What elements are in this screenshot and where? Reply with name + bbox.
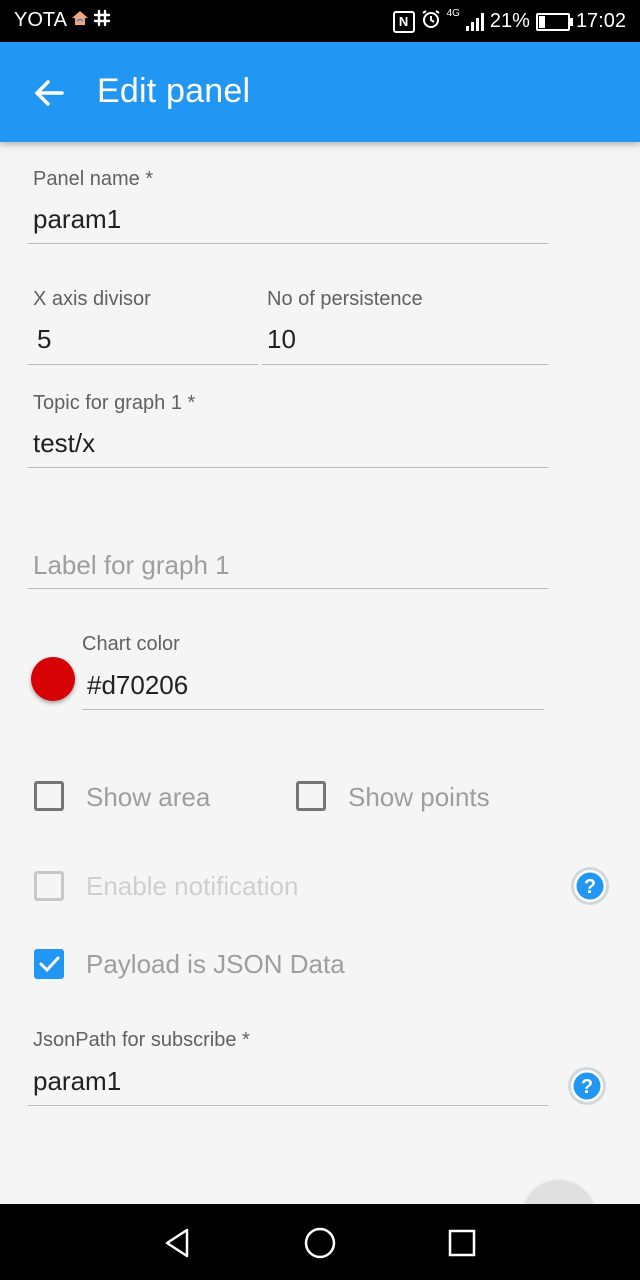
x-axis-divisor-value: 5 [37,324,52,354]
chart-color-field[interactable]: Chart color #d70206 [82,626,544,712]
clock: 17:02 [575,10,626,32]
input-underline [262,364,548,365]
json-path-label: JsonPath for subscribe [33,1029,237,1051]
check-icon [39,956,60,973]
app-bar: Edit panel [0,42,640,142]
back-triangle-icon[interactable] [161,1226,195,1260]
required-marker: * [242,1029,250,1051]
svg-text:?: ? [581,1076,593,1098]
network-type: 4G [446,8,460,19]
input-underline [28,1105,548,1106]
battery-percent: 21% [489,10,530,32]
topic-graph1-value: test/x [33,428,96,458]
svg-text:?: ? [584,876,596,898]
show-points-label: Show points [348,782,490,812]
alarm-icon [421,9,441,34]
panel-name-label: Panel name [33,168,140,190]
status-bar: YOTA N 4G 21% 17:02 [0,0,640,42]
input-underline [28,243,548,244]
slack-icon [93,9,111,32]
json-path-field[interactable]: JsonPath for subscribe * param1 [28,1022,548,1108]
payload-json-checkbox[interactable] [34,949,64,979]
chart-color-value: #d70206 [87,670,189,700]
show-area-checkbox[interactable] [34,781,64,811]
input-underline [28,467,548,468]
payload-json-label: Payload is JSON Data [86,949,345,979]
input-underline [28,588,548,589]
show-points-checkbox[interactable] [296,781,326,811]
panel-name-value: param1 [33,204,122,234]
label-graph1-field[interactable]: Label for graph 1 [28,540,548,592]
nfc-icon: N [392,10,415,33]
topic-graph1-field[interactable]: Topic for graph 1 * test/x [28,384,548,470]
enable-notification-checkbox[interactable] [34,871,64,901]
required-marker: * [145,168,154,190]
home-wifi-icon [71,9,89,32]
show-area-label: Show area [86,782,211,812]
home-circle-icon[interactable] [303,1226,337,1260]
topic-graph1-label: Topic for graph 1 [33,392,182,414]
enable-notification-label: Enable notification [86,871,299,901]
chart-color-swatch[interactable] [31,657,75,701]
arrow-left-icon[interactable] [26,70,72,116]
x-axis-divisor-field[interactable]: X axis divisor 5 [28,280,258,366]
carrier-name: YOTA [14,9,67,31]
recents-square-icon[interactable] [445,1226,479,1260]
label-graph1-placeholder: Label for graph 1 [33,550,230,580]
panel-name-field[interactable]: Panel name * param1 [28,160,548,246]
signal-icon [465,12,484,31]
input-underline [82,709,544,710]
battery-icon [535,12,573,31]
input-underline [28,364,258,365]
navigation-bar [0,1204,640,1280]
required-marker: * [187,392,196,414]
help-icon[interactable]: ? [570,866,610,906]
no-of-persistence-value: 10 [267,324,296,354]
help-icon[interactable]: ? [567,1066,607,1106]
no-of-persistence-label: No of persistence [267,288,423,310]
json-path-value: param1 [33,1066,122,1096]
x-axis-divisor-label: X axis divisor [33,288,151,310]
chart-color-label: Chart color [82,633,180,655]
page-title: Edit panel [97,72,251,110]
no-of-persistence-field[interactable]: No of persistence 10 [262,280,548,366]
